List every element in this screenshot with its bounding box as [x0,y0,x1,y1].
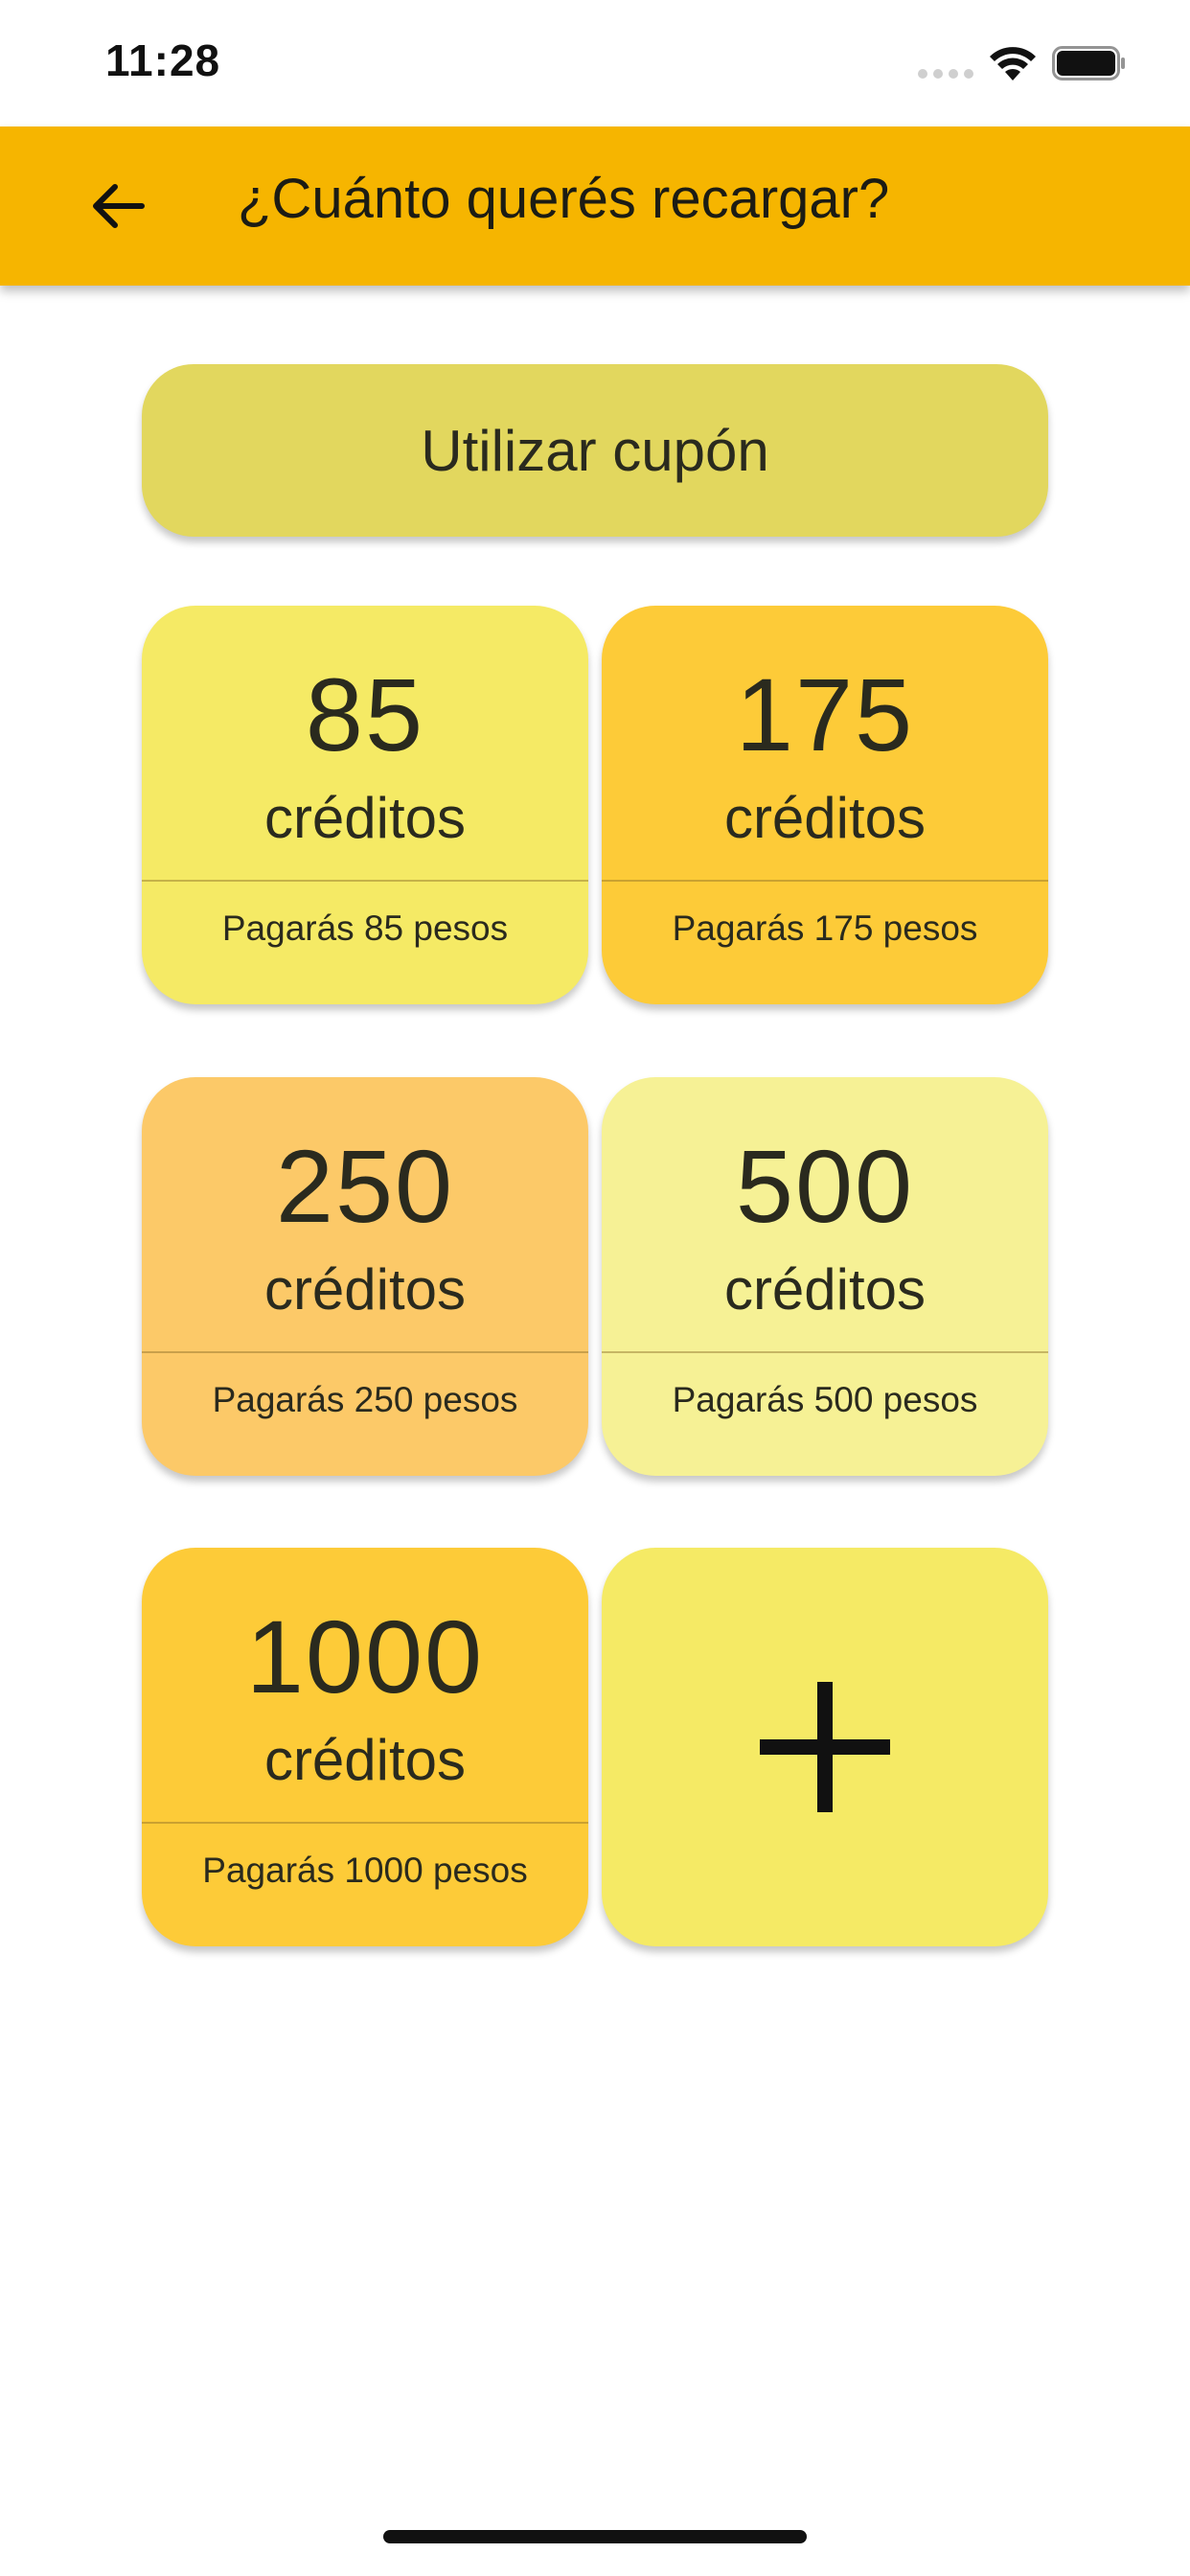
wifi-icon [990,47,1036,80]
arrow-left-icon [93,184,145,228]
credit-unit: créditos [263,786,467,850]
page-title: ¿Cuánto querés recargar? [238,168,890,230]
credit-amount: 175 [735,656,915,772]
home-indicator [383,2530,807,2543]
credit-price: Pagarás 500 pesos [672,1380,978,1419]
credit-price: Pagarás 1000 pesos [202,1851,528,1890]
tile-divider [142,1822,588,1824]
credit-unit: créditos [263,1257,467,1322]
tile-divider [142,1351,588,1353]
tile-divider [602,880,1048,882]
tile-divider [142,880,588,882]
battery-icon [1052,46,1125,80]
plus-icon [760,1682,890,1812]
use-coupon-label: Utilizar cupón [421,418,769,483]
signal-icon [918,69,973,79]
credit-package-500[interactable]: 500 créditos Pagarás 500 pesos [602,1077,1048,1476]
credit-amount: 500 [735,1128,915,1244]
credit-package-250[interactable]: 250 créditos Pagarás 250 pesos [142,1077,588,1476]
custom-amount-button[interactable] [602,1548,1048,1946]
credit-amount: 250 [275,1128,455,1244]
back-button[interactable] [77,165,159,247]
credit-unit: créditos [263,1728,467,1792]
credit-price: Pagarás 250 pesos [212,1380,518,1419]
credit-amount: 85 [305,656,425,772]
use-coupon-button[interactable]: Utilizar cupón [142,364,1048,537]
tile-divider [602,1351,1048,1353]
status-time: 11:28 [105,35,221,85]
app-bar: ¿Cuánto querés recargar? [0,126,1190,286]
credit-price: Pagarás 85 pesos [221,908,509,948]
credit-unit: créditos [723,786,927,850]
credit-package-85[interactable]: 85 créditos Pagarás 85 pesos [142,606,588,1004]
credit-package-175[interactable]: 175 créditos Pagarás 175 pesos [602,606,1048,1004]
credit-price: Pagarás 175 pesos [672,908,978,948]
status-bar: 11:28 [0,0,1190,126]
credit-amount: 1000 [245,1598,485,1714]
credit-package-1000[interactable]: 1000 créditos Pagarás 1000 pesos [142,1548,588,1946]
credit-unit: créditos [723,1257,927,1322]
